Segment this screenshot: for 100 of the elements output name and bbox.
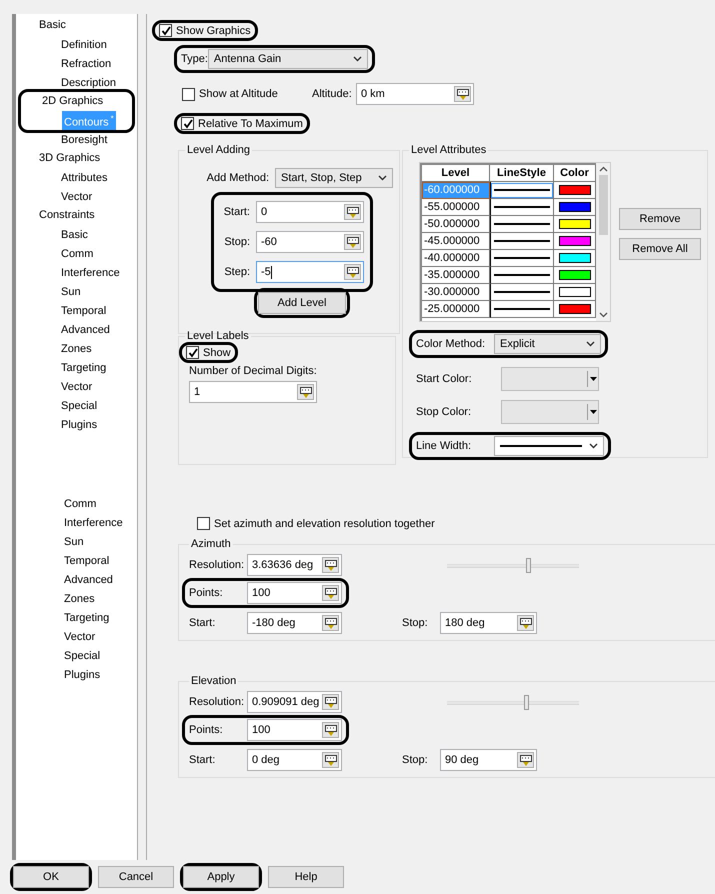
tree-item[interactable]: Description [59, 74, 118, 90]
color-swatch[interactable] [558, 185, 590, 195]
color-swatch[interactable] [558, 270, 590, 280]
color-swatch[interactable] [558, 253, 590, 263]
keypad-button[interactable] [322, 694, 339, 710]
scroll-down-icon[interactable] [598, 312, 608, 318]
input-field[interactable]: -5 [256, 261, 364, 283]
tree-item[interactable]: Advanced [62, 572, 115, 588]
keypad-button[interactable] [517, 752, 534, 768]
keypad-button[interactable] [344, 204, 361, 220]
scroll-thumb[interactable] [598, 175, 608, 235]
checkbox[interactable] [159, 24, 172, 37]
tree-item[interactable]: Vector [62, 628, 98, 644]
keypad-button[interactable] [322, 585, 339, 601]
keypad-icon [324, 754, 336, 766]
keypad-button[interactable] [517, 615, 534, 631]
tree-item[interactable]: Interference [59, 264, 122, 280]
input-field[interactable]: -180 deg [247, 612, 342, 634]
tree-item[interactable]: Zones [59, 340, 94, 356]
dialog-button[interactable]: Help [268, 866, 344, 888]
color-swatch[interactable] [558, 219, 590, 229]
input-field[interactable]: 0 deg [247, 749, 342, 771]
dropdown[interactable]: Antenna Gain [208, 49, 368, 69]
tree-item[interactable]: Plugins [59, 416, 100, 432]
table-cell[interactable]: -35.000000 [422, 267, 490, 284]
tree-item[interactable]: Boresight [59, 132, 110, 148]
keypad-button[interactable] [322, 557, 339, 573]
scroll-up-icon[interactable] [598, 166, 608, 172]
table-cell[interactable]: -25.000000 [422, 301, 490, 318]
table-cell[interactable]: -30.000000 [422, 284, 490, 301]
input-field[interactable]: 0 [256, 201, 364, 223]
checkbox[interactable] [182, 88, 195, 100]
tree-item[interactable]: Vector [59, 378, 94, 394]
tree-item[interactable]: Targeting [59, 360, 108, 376]
tree-item[interactable]: Advanced [59, 322, 112, 338]
slider-thumb[interactable] [524, 694, 529, 710]
remove-button[interactable]: Remove [619, 208, 701, 230]
keypad-button[interactable] [322, 722, 339, 738]
tree-item[interactable]: Refraction [59, 56, 114, 72]
keypad-button[interactable] [344, 234, 361, 250]
input-field[interactable]: 90 deg [440, 749, 537, 771]
keypad-icon [346, 266, 358, 278]
checkbox[interactable] [181, 117, 194, 130]
input-field[interactable]: 3.63636 deg [247, 554, 342, 576]
keypad-button[interactable] [344, 264, 361, 280]
keypad-button[interactable] [322, 752, 339, 768]
tree-item[interactable]: Temporal [62, 552, 112, 568]
input-field[interactable]: 100 [247, 582, 342, 604]
color-swatch[interactable] [558, 304, 590, 314]
tree-item[interactable]: Special [59, 398, 100, 414]
dialog-button[interactable]: OK [13, 866, 89, 888]
tree-item[interactable]: Sun [62, 534, 86, 550]
line-width-dropdown[interactable] [494, 436, 604, 456]
checkbox[interactable] [197, 517, 210, 530]
tree-item[interactable]: 3D Graphics [37, 149, 102, 168]
color-swatch[interactable] [558, 287, 590, 297]
input-field[interactable]: 0 km [356, 83, 474, 105]
tree-item[interactable]: Temporal [59, 302, 108, 318]
tree-item[interactable]: Targeting [62, 610, 112, 626]
field-label: Resolution: [189, 696, 246, 708]
dialog-button[interactable]: Apply [183, 866, 259, 888]
slider-thumb[interactable] [526, 558, 532, 572]
input-field[interactable]: 1 [189, 381, 317, 403]
column-header[interactable]: LineStyle [490, 165, 554, 182]
input-field[interactable]: 0.909091 deg [247, 691, 342, 713]
tree-item[interactable]: Basic [37, 16, 68, 35]
table-cell[interactable]: -40.000000 [422, 250, 490, 267]
table-cell[interactable]: -45.000000 [422, 233, 490, 250]
table-cell[interactable]: -50.000000 [422, 216, 490, 233]
tree-item[interactable]: 2D Graphics [40, 92, 106, 111]
field-label: Stop: [402, 754, 429, 766]
color-swatch[interactable] [558, 236, 590, 246]
keypad-button[interactable] [297, 384, 314, 400]
tree-item[interactable]: Zones [62, 590, 97, 606]
tree-item[interactable]: Constraints [37, 206, 97, 225]
tree-item[interactable]: Sun [59, 284, 83, 300]
checkbox[interactable] [186, 346, 199, 359]
input-field[interactable]: -60 [256, 231, 364, 253]
tree-item[interactable]: Basic [59, 226, 90, 242]
keypad-button[interactable] [322, 615, 339, 631]
tree-item[interactable]: Comm [62, 496, 98, 512]
tree-item[interactable]: Attributes [59, 170, 110, 186]
keypad-button[interactable] [454, 86, 471, 102]
field-label: Stop: [402, 617, 429, 629]
color-swatch[interactable] [558, 202, 590, 212]
dialog-button[interactable]: Cancel [98, 866, 174, 888]
table-cell[interactable]: -55.000000 [422, 199, 490, 216]
chevron-down-icon [586, 341, 595, 347]
tree-item[interactable]: Vector [59, 188, 94, 204]
tree-item[interactable]: Plugins [62, 666, 102, 682]
add-level-button[interactable]: Add Level [258, 292, 346, 314]
tree-item[interactable]: Special [62, 648, 102, 664]
dropdown[interactable]: Explicit [494, 334, 601, 354]
tree-item[interactable]: Comm [59, 246, 96, 262]
input-field[interactable]: 180 deg [440, 612, 537, 634]
tree-item[interactable]: Definition [59, 36, 109, 52]
dropdown[interactable]: Start, Stop, Step [275, 168, 393, 188]
tree-item[interactable]: Interference [62, 514, 125, 530]
remove-button[interactable]: Remove All [619, 238, 701, 260]
input-field[interactable]: 100 [247, 719, 342, 741]
